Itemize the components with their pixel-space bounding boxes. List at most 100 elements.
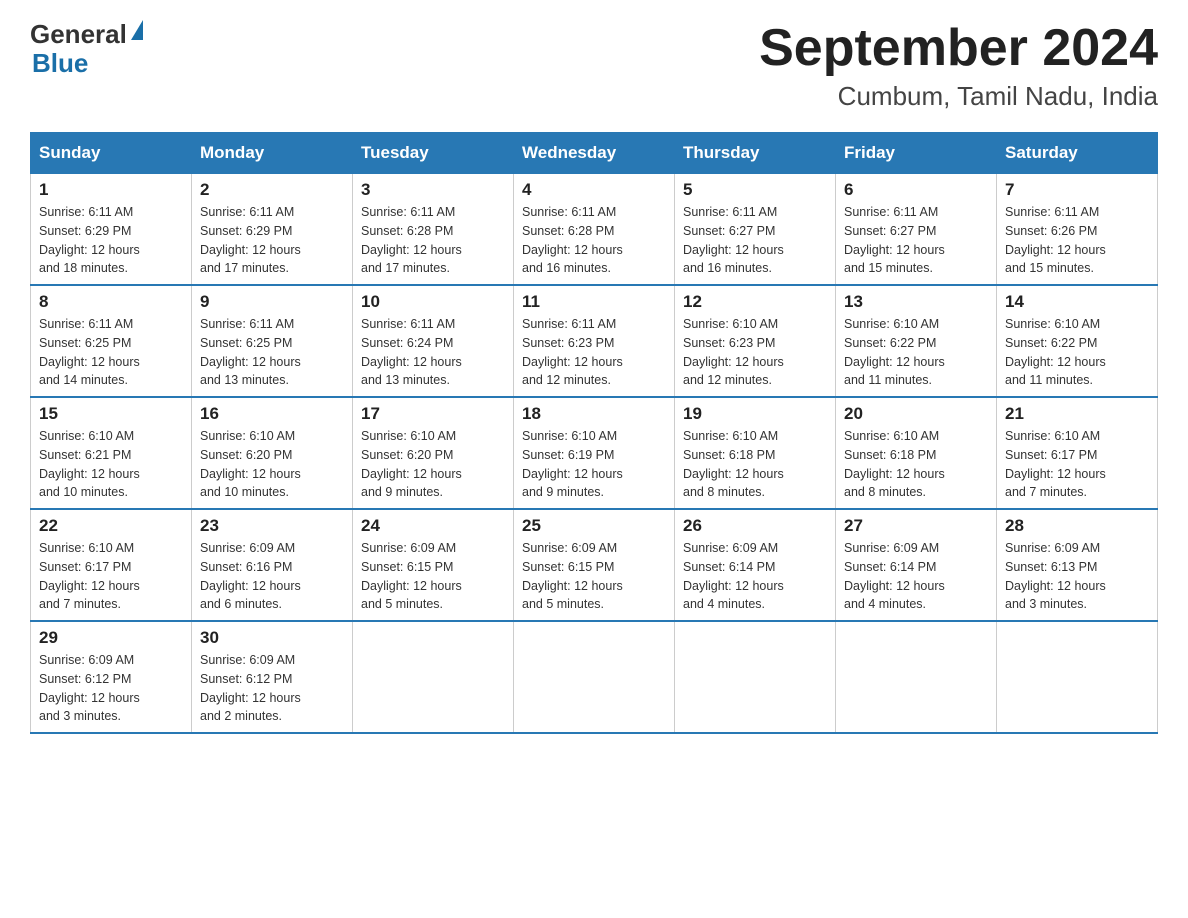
day-info: Sunrise: 6:10 AMSunset: 6:17 PMDaylight:… [39,539,183,614]
weekday-header-thursday: Thursday [675,133,836,174]
day-info: Sunrise: 6:10 AMSunset: 6:22 PMDaylight:… [844,315,988,390]
calendar-cell: 3Sunrise: 6:11 AMSunset: 6:28 PMDaylight… [353,174,514,286]
day-info: Sunrise: 6:09 AMSunset: 6:12 PMDaylight:… [200,651,344,726]
calendar-cell [836,621,997,733]
calendar-cell: 4 Sunrise: 6:11 AMSunset: 6:28 PMDaylight… [514,174,675,286]
day-number: 10 [361,292,505,312]
calendar-week-3: 15 Sunrise: 6:10 AMSunset: 6:21 PMDayligh… [31,397,1158,509]
day-info: Sunrise: 6:11 AMSunset: 6:23 PMDaylight:… [522,315,666,390]
day-number: 29 [39,628,183,648]
day-info: Sunrise: 6:09 AMSunset: 6:14 PMDaylight:… [683,539,827,614]
calendar-cell: 29 Sunrise: 6:09 AMSunset: 6:12 PMDayligh… [31,621,192,733]
calendar-cell: 22 Sunrise: 6:10 AMSunset: 6:17 PMDayligh… [31,509,192,621]
day-number: 16 [200,404,344,424]
calendar-cell: 16 Sunrise: 6:10 AMSunset: 6:20 PMDayligh… [192,397,353,509]
calendar-cell [514,621,675,733]
day-info: Sunrise: 6:11 AMSunset: 6:28 PMDaylight:… [522,203,666,278]
calendar-cell: 5Sunrise: 6:11 AMSunset: 6:27 PMDaylight… [675,174,836,286]
day-number: 17 [361,404,505,424]
calendar-title-area: September 2024 Cumbum, Tamil Nadu, India [759,20,1158,112]
day-number: 12 [683,292,827,312]
day-info: Sunrise: 6:09 AMSunset: 6:15 PMDaylight:… [361,539,505,614]
calendar-cell: 13 Sunrise: 6:10 AMSunset: 6:22 PMDayligh… [836,285,997,397]
calendar-cell: 27 Sunrise: 6:09 AMSunset: 6:14 PMDayligh… [836,509,997,621]
calendar-cell: 17 Sunrise: 6:10 AMSunset: 6:20 PMDayligh… [353,397,514,509]
calendar-cell: 25 Sunrise: 6:09 AMSunset: 6:15 PMDayligh… [514,509,675,621]
day-number: 8 [39,292,183,312]
logo-blue-text: Blue [32,48,88,78]
calendar-cell: 26 Sunrise: 6:09 AMSunset: 6:14 PMDayligh… [675,509,836,621]
calendar-cell: 19 Sunrise: 6:10 AMSunset: 6:18 PMDayligh… [675,397,836,509]
day-info: Sunrise: 6:11 AMSunset: 6:27 PMDaylight:… [844,203,988,278]
calendar-cell: 30 Sunrise: 6:09 AMSunset: 6:12 PMDayligh… [192,621,353,733]
calendar-week-5: 29 Sunrise: 6:09 AMSunset: 6:12 PMDayligh… [31,621,1158,733]
day-info: Sunrise: 6:09 AMSunset: 6:13 PMDaylight:… [1005,539,1149,614]
calendar-cell: 18Sunrise: 6:10 AMSunset: 6:19 PMDayligh… [514,397,675,509]
day-info: Sunrise: 6:10 AMSunset: 6:20 PMDaylight:… [200,427,344,502]
day-number: 5 [683,180,827,200]
day-info: Sunrise: 6:10 AMSunset: 6:22 PMDaylight:… [1005,315,1149,390]
day-number: 9 [200,292,344,312]
day-info: Sunrise: 6:11 AMSunset: 6:29 PMDaylight:… [200,203,344,278]
day-info: Sunrise: 6:11 AMSunset: 6:25 PMDaylight:… [200,315,344,390]
weekday-header-monday: Monday [192,133,353,174]
day-number: 24 [361,516,505,536]
weekday-header-tuesday: Tuesday [353,133,514,174]
day-number: 21 [1005,404,1149,424]
logo-general-text: General [30,20,127,49]
calendar-cell: 23 Sunrise: 6:09 AMSunset: 6:16 PMDayligh… [192,509,353,621]
calendar-cell: 7Sunrise: 6:11 AMSunset: 6:26 PMDaylight… [997,174,1158,286]
day-info: Sunrise: 6:11 AMSunset: 6:29 PMDaylight:… [39,203,183,278]
day-number: 13 [844,292,988,312]
day-info: Sunrise: 6:09 AMSunset: 6:16 PMDaylight:… [200,539,344,614]
calendar-week-4: 22 Sunrise: 6:10 AMSunset: 6:17 PMDayligh… [31,509,1158,621]
calendar-week-1: 1 Sunrise: 6:11 AMSunset: 6:29 PMDaylight… [31,174,1158,286]
day-number: 19 [683,404,827,424]
day-number: 28 [1005,516,1149,536]
day-info: Sunrise: 6:11 AMSunset: 6:25 PMDaylight:… [39,315,183,390]
day-info: Sunrise: 6:10 AMSunset: 6:21 PMDaylight:… [39,427,183,502]
logo: General Blue [30,20,143,77]
weekday-header-friday: Friday [836,133,997,174]
day-number: 15 [39,404,183,424]
day-number: 14 [1005,292,1149,312]
weekday-header-sunday: Sunday [31,133,192,174]
day-info: Sunrise: 6:10 AMSunset: 6:23 PMDaylight:… [683,315,827,390]
day-number: 22 [39,516,183,536]
day-number: 23 [200,516,344,536]
calendar-cell: 12 Sunrise: 6:10 AMSunset: 6:23 PMDayligh… [675,285,836,397]
day-info: Sunrise: 6:10 AMSunset: 6:18 PMDaylight:… [683,427,827,502]
day-info: Sunrise: 6:10 AMSunset: 6:20 PMDaylight:… [361,427,505,502]
day-number: 1 [39,180,183,200]
calendar-cell: 28 Sunrise: 6:09 AMSunset: 6:13 PMDayligh… [997,509,1158,621]
page-header: General Blue September 2024 Cumbum, Tami… [30,20,1158,112]
month-year-title: September 2024 [759,20,1158,77]
calendar-cell [353,621,514,733]
day-info: Sunrise: 6:11 AMSunset: 6:28 PMDaylight:… [361,203,505,278]
calendar-cell: 8 Sunrise: 6:11 AMSunset: 6:25 PMDaylight… [31,285,192,397]
day-number: 20 [844,404,988,424]
calendar-cell: 20 Sunrise: 6:10 AMSunset: 6:18 PMDayligh… [836,397,997,509]
weekday-header-wednesday: Wednesday [514,133,675,174]
day-number: 27 [844,516,988,536]
calendar-cell [997,621,1158,733]
day-info: Sunrise: 6:10 AMSunset: 6:18 PMDaylight:… [844,427,988,502]
day-number: 7 [1005,180,1149,200]
day-info: Sunrise: 6:09 AMSunset: 6:15 PMDaylight:… [522,539,666,614]
day-number: 6 [844,180,988,200]
day-info: Sunrise: 6:09 AMSunset: 6:14 PMDaylight:… [844,539,988,614]
weekday-header-row: SundayMondayTuesdayWednesdayThursdayFrid… [31,133,1158,174]
calendar-cell: 6 Sunrise: 6:11 AMSunset: 6:27 PMDaylight… [836,174,997,286]
day-number: 4 [522,180,666,200]
day-number: 2 [200,180,344,200]
day-info: Sunrise: 6:10 AMSunset: 6:17 PMDaylight:… [1005,427,1149,502]
calendar-cell: 10Sunrise: 6:11 AMSunset: 6:24 PMDayligh… [353,285,514,397]
day-info: Sunrise: 6:09 AMSunset: 6:12 PMDaylight:… [39,651,183,726]
calendar-cell: 9 Sunrise: 6:11 AMSunset: 6:25 PMDaylight… [192,285,353,397]
calendar-table: SundayMondayTuesdayWednesdayThursdayFrid… [30,132,1158,734]
day-number: 25 [522,516,666,536]
day-number: 30 [200,628,344,648]
day-number: 26 [683,516,827,536]
calendar-cell: 11Sunrise: 6:11 AMSunset: 6:23 PMDayligh… [514,285,675,397]
day-number: 18 [522,404,666,424]
